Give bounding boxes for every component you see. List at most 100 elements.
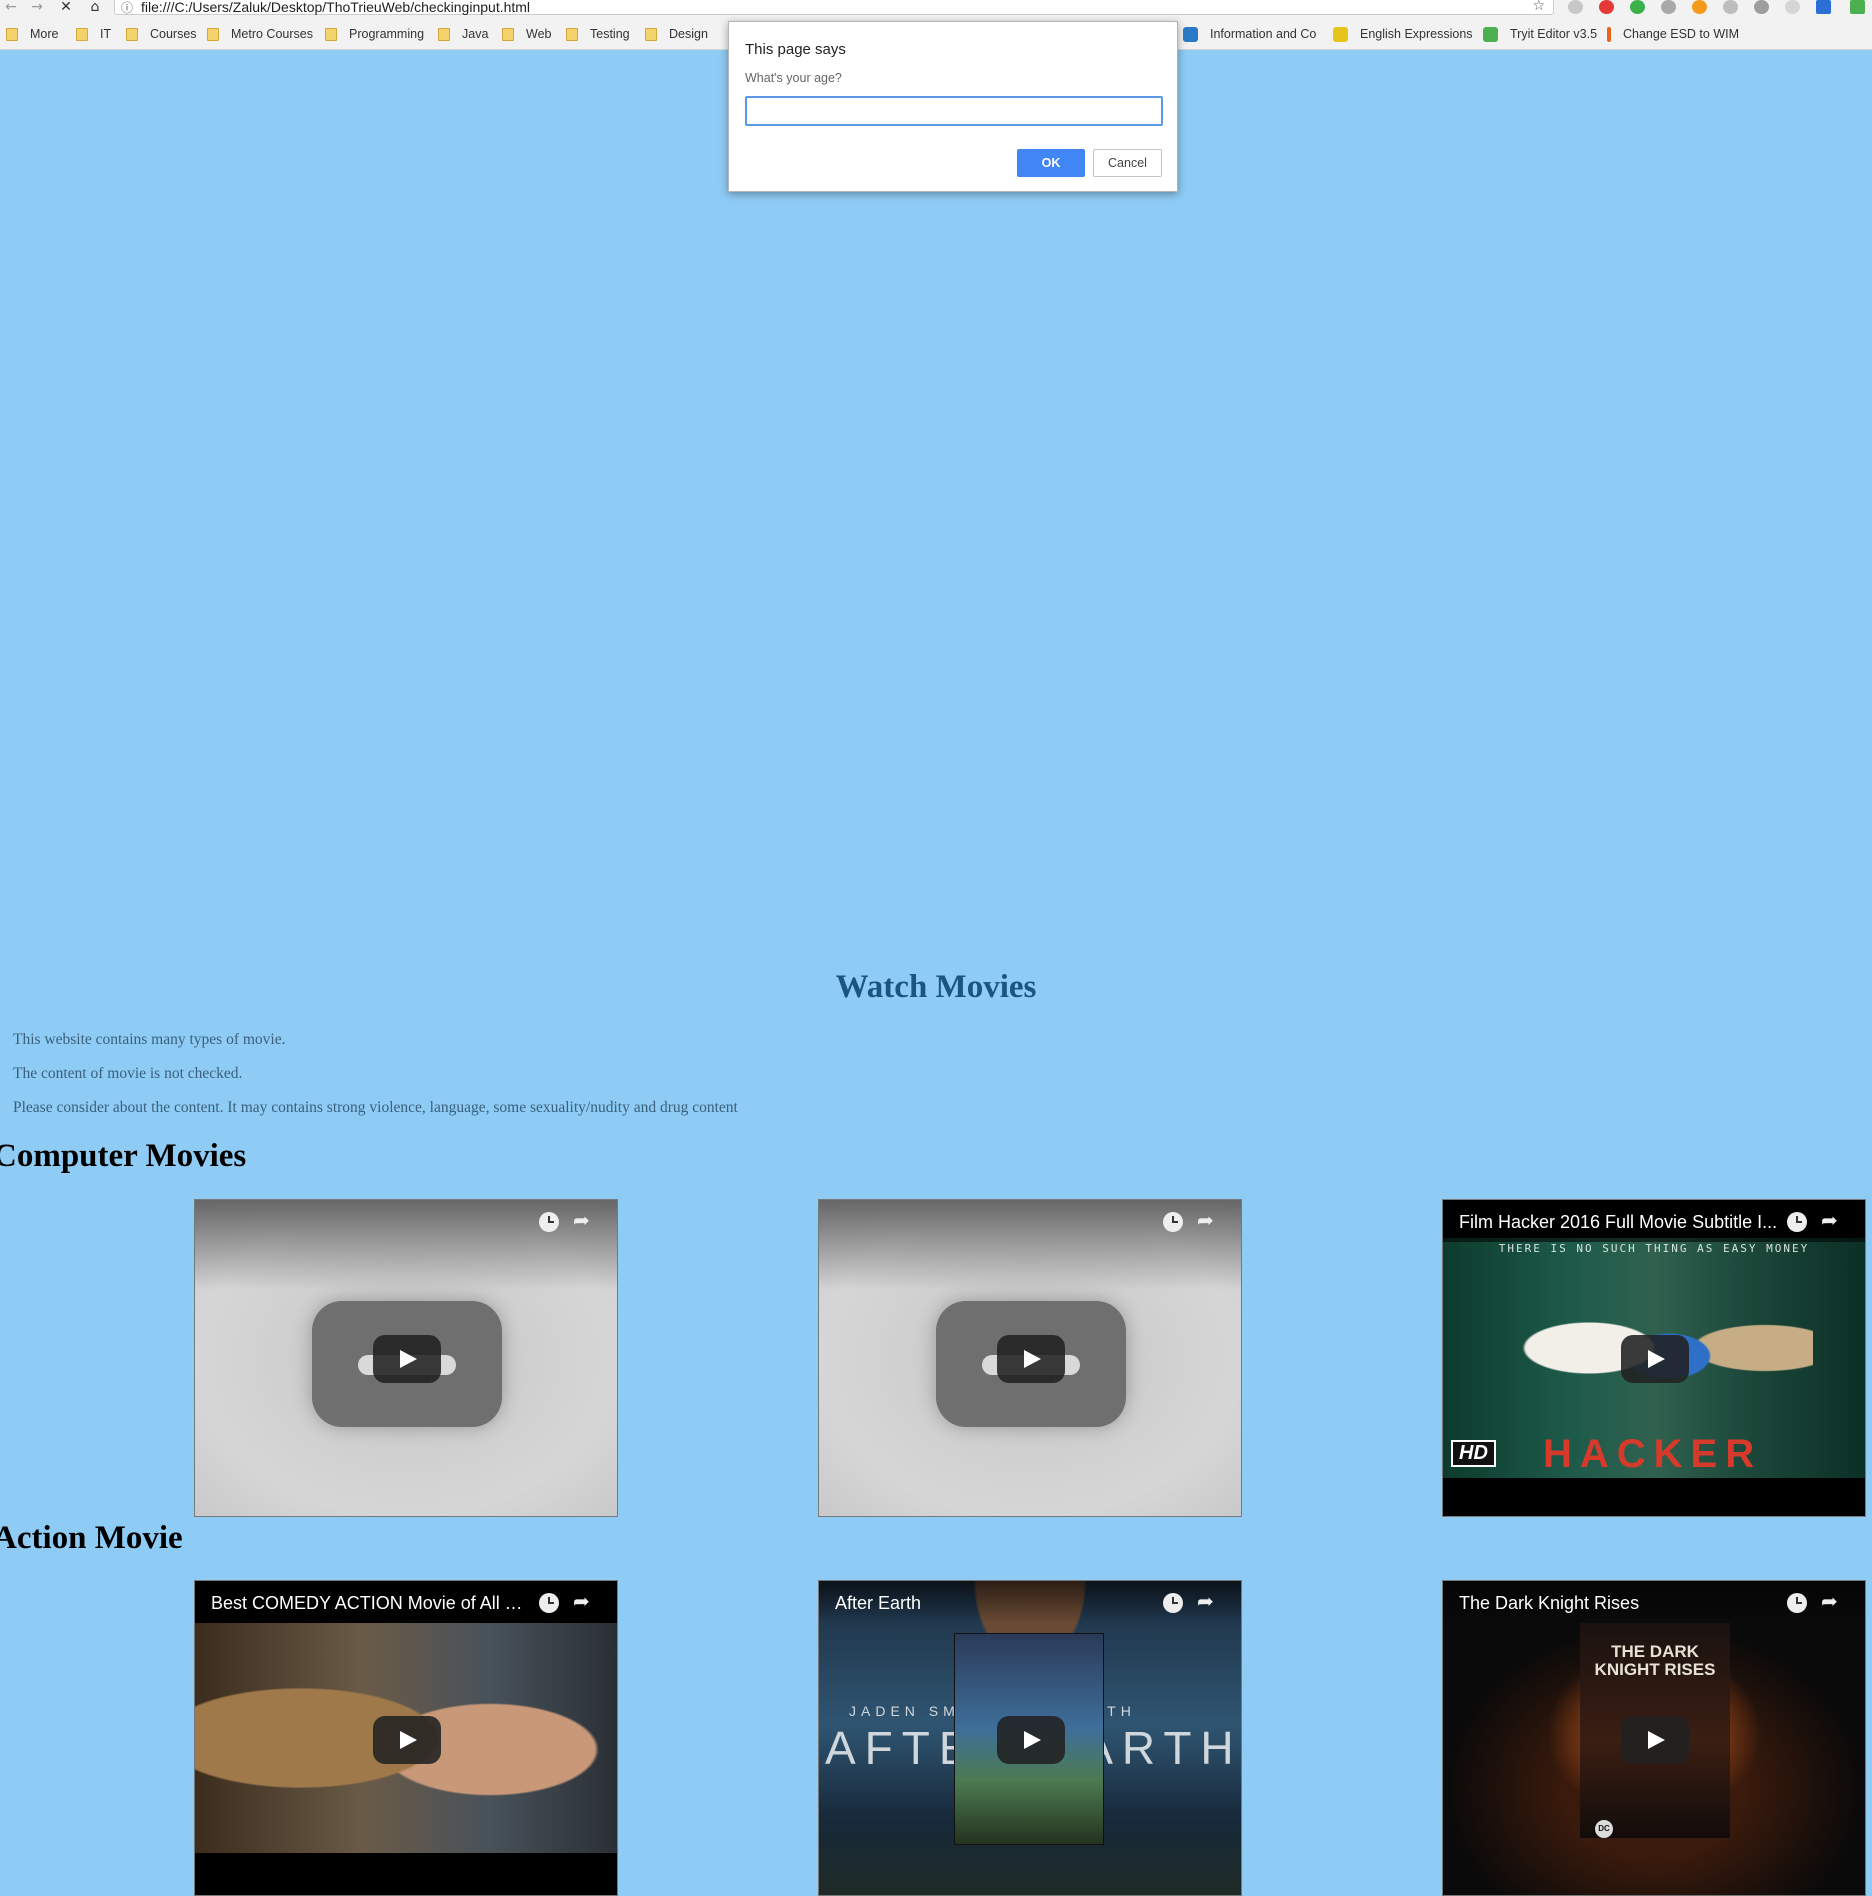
bookmark-star-icon[interactable]: ☆ [1532,0,1545,14]
bookmark-label: Programming [349,27,425,41]
prompt-dialog: This page says What's your age? OK Cance… [728,21,1178,192]
bookmark-tryit-editor[interactable]: Tryit Editor v3.5 [1483,25,1597,43]
play-icon[interactable] [997,1716,1065,1764]
extension-icon[interactable] [1723,0,1738,14]
ok-button[interactable]: OK [1017,149,1085,177]
age-input[interactable] [745,96,1163,126]
bookmark-label: Web [526,27,552,41]
bookmark-folder-programming[interactable]: Programming [325,25,424,43]
bookmark-folder-courses[interactable]: Courses [126,25,197,43]
video-embed[interactable]: THERE IS NO SUCH THING AS EASY MONEY HD … [1442,1199,1866,1517]
extension-icon[interactable] [1661,0,1676,14]
video-title[interactable]: Film Hacker 2016 Full Movie Subtitle I..… [1459,1212,1779,1233]
play-icon[interactable] [373,1716,441,1764]
bookmark-folder-java[interactable]: Java [438,25,488,43]
video-title[interactable]: The Dark Knight Rises [1459,1593,1779,1614]
bookmark-label: Design [669,27,708,41]
bookmark-folder-it[interactable]: IT [76,25,111,43]
play-icon[interactable] [997,1335,1065,1383]
bookmark-information[interactable]: Information and Co [1183,25,1318,43]
folder-icon [645,27,657,41]
bookmark-folder-design[interactable]: Design [645,25,708,43]
bookmark-label: English Expressions [1360,27,1473,41]
share-icon[interactable]: ➦ [1197,1589,1214,1613]
bookmark-label: Tryit Editor v3.5 [1510,27,1598,41]
video-title[interactable]: After Earth [835,1593,1155,1614]
watch-later-icon[interactable] [1163,1212,1183,1232]
share-icon[interactable]: ➦ [1821,1208,1838,1232]
extension-icon[interactable] [1850,0,1865,14]
browser-toolbar: ← → ✕ ⌂ ⓘ file:///C:/Users/Zaluk/Desktop… [0,0,1872,18]
extension-icon[interactable] [1754,0,1769,14]
intro-paragraph: The content of movie is not checked. [13,1065,243,1082]
bookmark-english-expressions[interactable]: English Expressions [1333,25,1473,43]
bookmark-label: Change ESD to WIM [1622,27,1739,41]
bookmark-folder-more[interactable]: More [6,25,58,43]
folder-icon [502,27,514,41]
extension-icon[interactable] [1692,0,1707,14]
w3schools-icon [1483,26,1498,42]
video-embed[interactable]: Best COMEDY ACTION Movie of All Ti... ➦ [194,1580,618,1896]
grammarly-extension-icon[interactable] [1630,0,1645,14]
poster-title: THE DARK KNIGHT RISES [1594,1642,1716,1679]
hd-badge: HD [1451,1440,1496,1467]
home-icon[interactable]: ⌂ [84,0,106,16]
video-embed[interactable]: ➦ [818,1199,1242,1517]
bookmark-label: More [30,27,59,41]
bookmark-label: Metro Courses [231,27,313,41]
folder-icon [566,27,578,41]
stop-loading-icon[interactable]: ✕ [55,0,77,16]
video-title[interactable]: Best COMEDY ACTION Movie of All Ti... [211,1593,531,1614]
intro-paragraph: Please consider about the content. It ma… [13,1099,738,1116]
extension-icon[interactable] [1568,0,1583,14]
site-favicon-icon [1183,26,1198,42]
video-embed[interactable]: THE DARK KNIGHT RISES DC The Dark Knight… [1442,1580,1866,1896]
bookmark-change-esd[interactable]: Change ESD to WIM [1607,25,1739,43]
poster-tagline: THERE IS NO SUCH THING AS EASY MONEY [1498,1242,1810,1255]
site-favicon-icon [1333,26,1348,42]
section-heading-action-movie: Action Movie [0,1520,183,1556]
dc-logo: DC [1595,1820,1613,1838]
site-favicon-icon [1607,26,1611,42]
forward-icon[interactable]: → [26,0,48,16]
extension-icon[interactable] [1816,0,1831,14]
cancel-button[interactable]: Cancel [1093,149,1162,177]
bookmark-folder-testing[interactable]: Testing [566,25,630,43]
watch-later-icon[interactable] [539,1212,559,1232]
poster-title: HACKER [1543,1432,1763,1476]
address-bar[interactable]: ⓘ file:///C:/Users/Zaluk/Desktop/ThoTrie… [114,0,1554,15]
intro-paragraph: This website contains many types of movi… [13,1031,286,1048]
opera-extension-icon[interactable] [1599,0,1614,14]
address-url[interactable]: file:///C:/Users/Zaluk/Desktop/ThoTrieuW… [141,0,530,15]
dialog-message: What's your age? [745,71,842,85]
watch-later-icon[interactable] [539,1593,559,1613]
play-icon[interactable] [373,1335,441,1383]
share-icon[interactable]: ➦ [1197,1208,1214,1232]
page-title: Watch Movies [835,969,1037,1005]
video-embed[interactable]: JADEN SMITH WILL SMITH AFTER EARTH After… [818,1580,1242,1896]
share-icon[interactable]: ➦ [573,1589,590,1613]
play-icon[interactable] [1621,1716,1689,1764]
folder-icon [438,27,450,41]
back-icon[interactable]: ← [0,0,22,16]
bookmark-label: Java [462,27,489,41]
folder-icon [325,27,337,41]
watch-later-icon[interactable] [1787,1212,1807,1232]
share-icon[interactable]: ➦ [573,1208,590,1232]
watch-later-icon[interactable] [1163,1593,1183,1613]
watch-later-icon[interactable] [1787,1593,1807,1613]
bookmark-folder-web[interactable]: Web [502,25,551,43]
bookmark-label: Courses [150,27,197,41]
video-embed[interactable]: ➦ [194,1199,618,1517]
bookmark-label: Testing [590,27,630,41]
extension-icon[interactable] [1785,0,1800,14]
info-icon[interactable]: ⓘ [121,0,133,16]
folder-icon [126,27,138,41]
bookmark-folder-metro-courses[interactable]: Metro Courses [207,25,313,43]
play-icon[interactable] [1621,1335,1689,1383]
folder-icon [76,27,88,41]
bookmark-label: Information and Co [1210,27,1317,41]
folder-icon [6,27,18,41]
share-icon[interactable]: ➦ [1821,1589,1838,1613]
section-heading-computer-movies: Computer Movies [0,1138,247,1174]
